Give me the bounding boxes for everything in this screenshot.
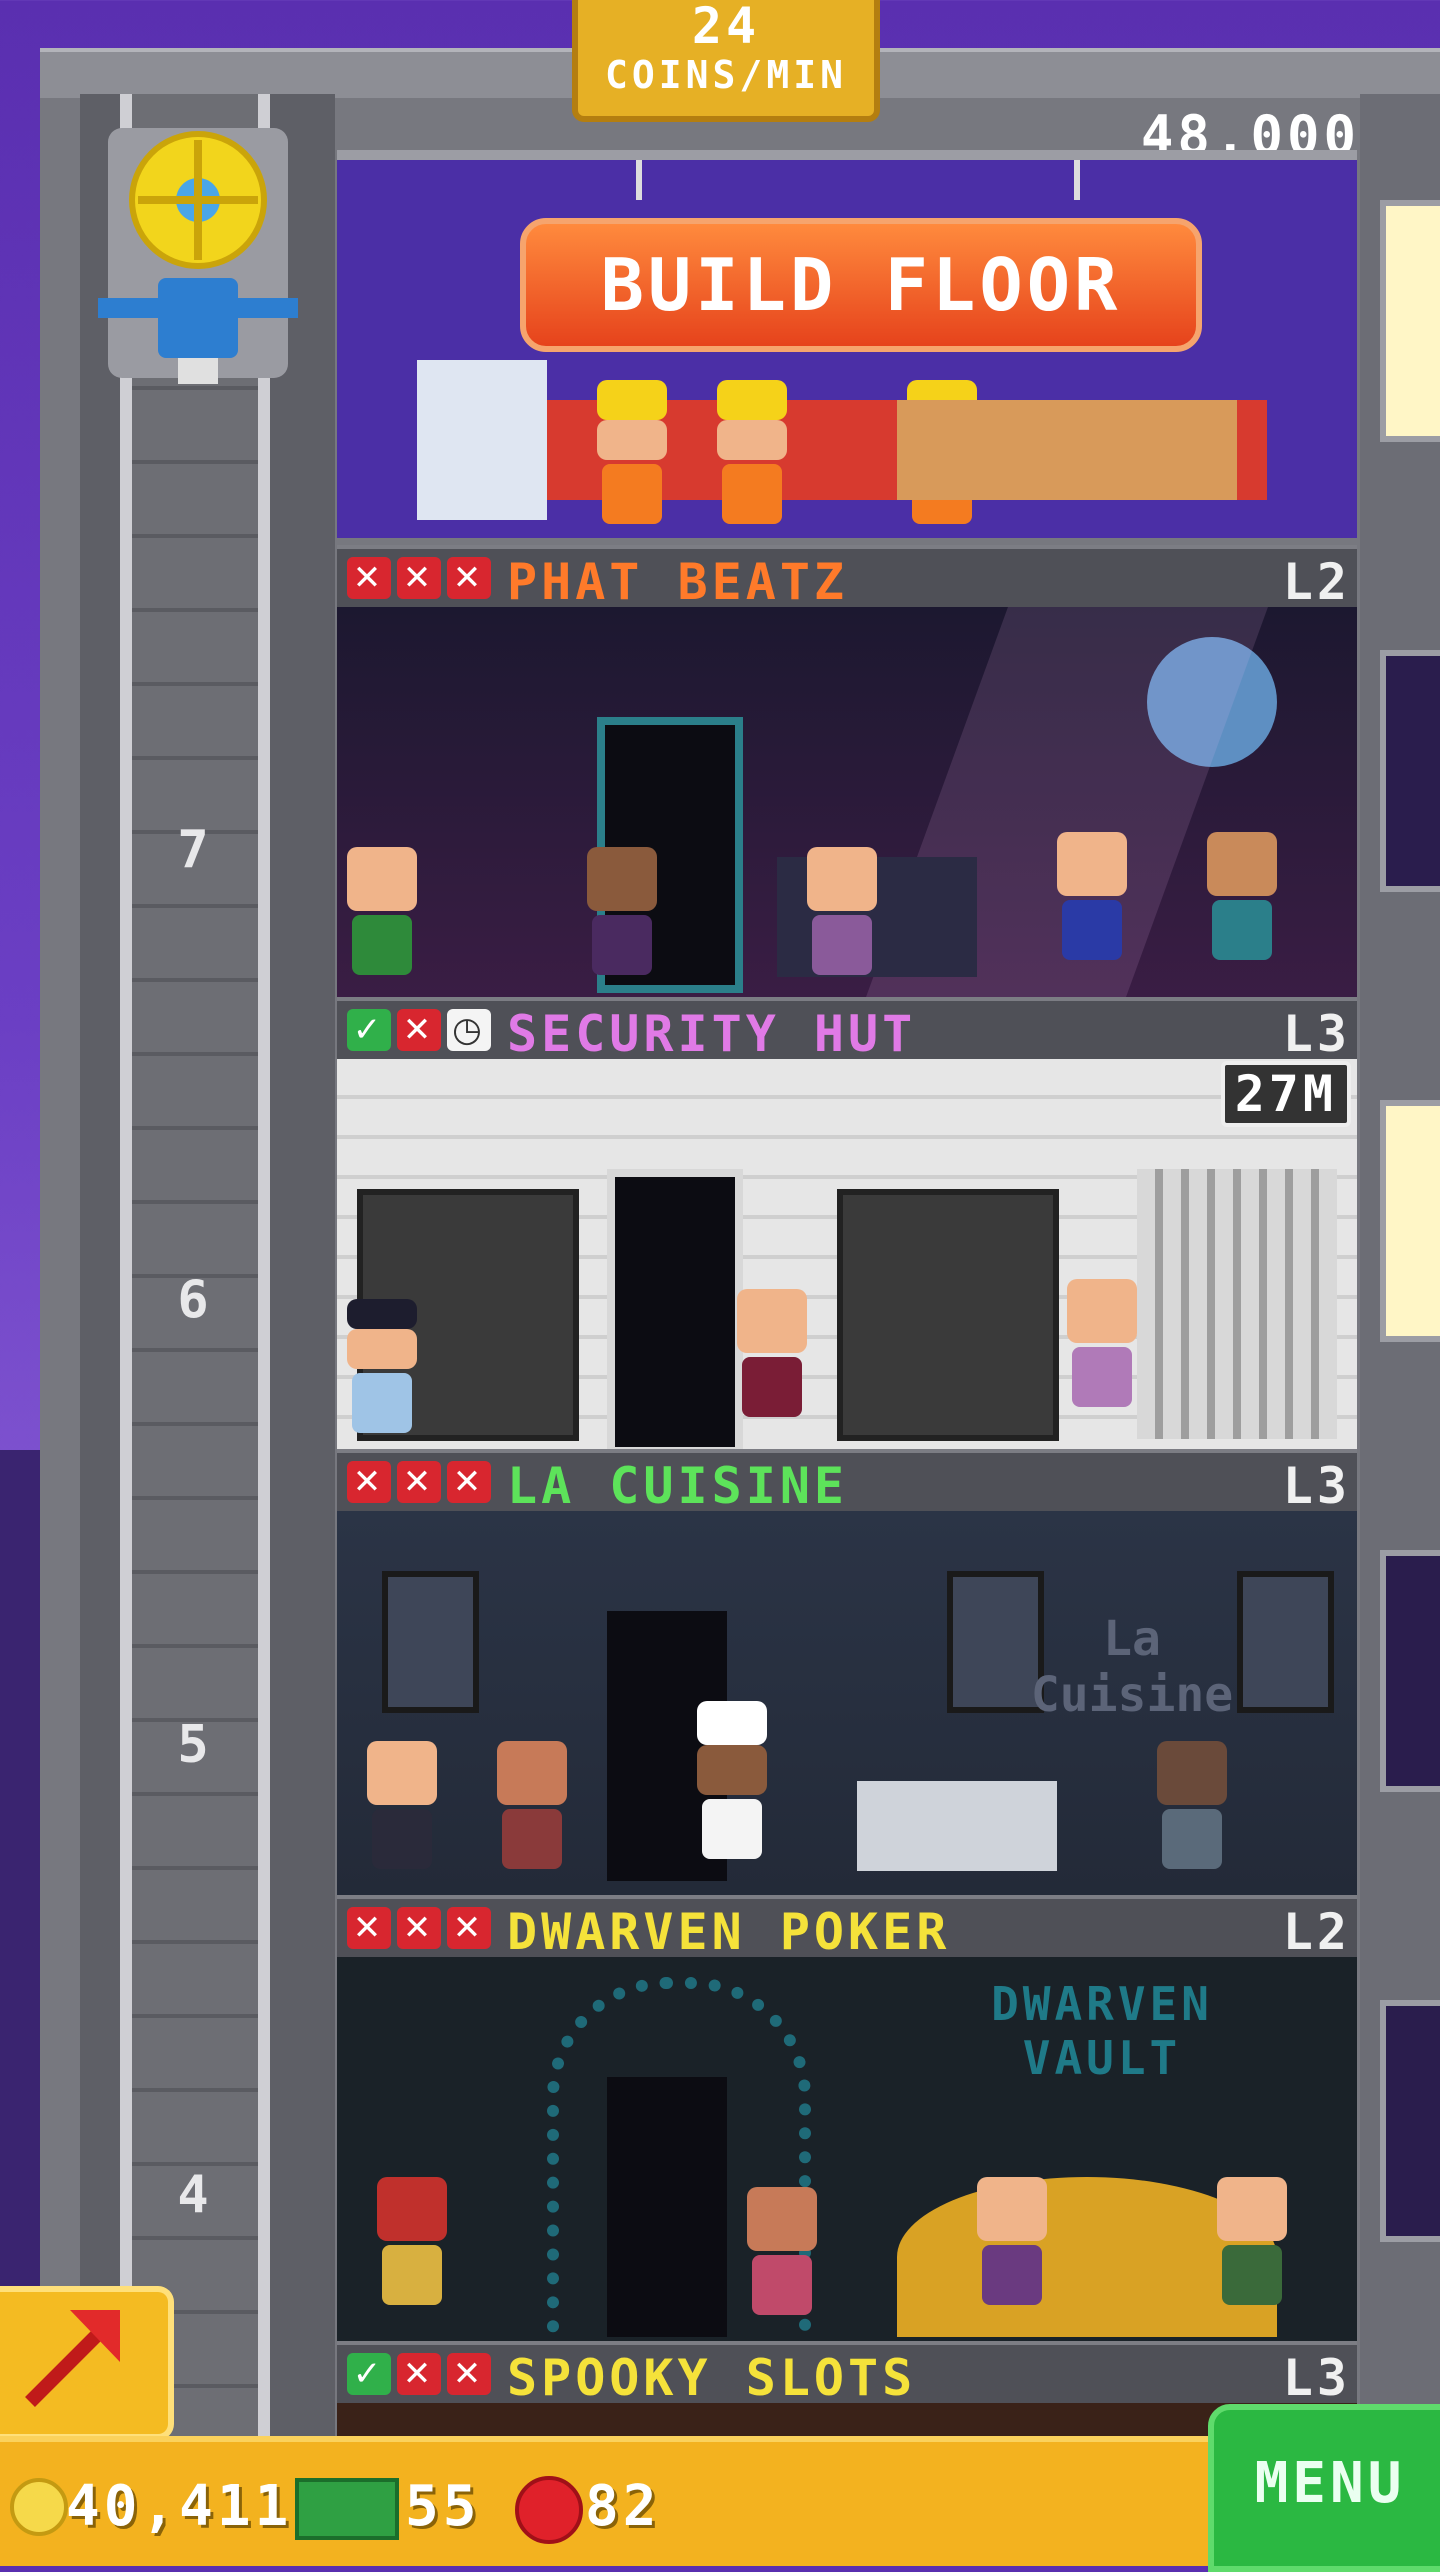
- floor-room-dwarven-poker[interactable]: DWARVEN VAULT: [337, 1957, 1357, 2341]
- crane-hook: [1074, 160, 1080, 200]
- x-mark-icon: ✕: [447, 2353, 491, 2395]
- room-door: [607, 2077, 727, 2337]
- floor-number: 5: [177, 1715, 213, 1775]
- citizen: [747, 2187, 817, 2317]
- dwarf: [377, 2177, 447, 2307]
- citizen: [977, 2177, 1047, 2307]
- citizen: [1067, 1279, 1137, 1409]
- bux-count: 55: [405, 2474, 481, 2539]
- worker: [717, 380, 787, 524]
- wood-crates: [897, 400, 1237, 500]
- check-mark-icon: ✓: [347, 1009, 391, 1051]
- floor-number: 4: [177, 2165, 213, 2225]
- floor-name: DWARVEN POKER: [507, 1903, 951, 1961]
- x-mark-icon: ✕: [447, 1907, 491, 1949]
- floor-number: 6: [177, 1270, 213, 1330]
- elevator-car[interactable]: [98, 128, 298, 388]
- cuisine-sign: La Cuisine: [1030, 1611, 1234, 1723]
- arrow-up-right-icon: [25, 2310, 120, 2407]
- citizen: [807, 847, 877, 977]
- citizen: [1207, 832, 1277, 962]
- floor-header[interactable]: ✓ ✕ ✕ SPOOKY SLOTS L3: [337, 2341, 1357, 2407]
- build-floor-frame: [337, 150, 1357, 160]
- window: [1380, 1550, 1440, 1792]
- floor-level: L3: [1282, 1005, 1351, 1063]
- room-door: [607, 1169, 743, 1449]
- worker: [597, 380, 667, 524]
- floor-room-la-cuisine[interactable]: La Cuisine: [337, 1511, 1357, 1895]
- window: [1380, 650, 1440, 892]
- citizen: [497, 1741, 567, 1871]
- window: [1380, 1100, 1440, 1342]
- x-mark-icon: ✕: [397, 1009, 441, 1051]
- floor-name: PHAT BEATZ: [507, 553, 849, 611]
- construction-block: [417, 360, 547, 520]
- citizen: [1217, 2177, 1287, 2307]
- citizen: [1057, 832, 1127, 962]
- floor-header[interactable]: ✕ ✕ ✕ LA CUISINE L3: [337, 1449, 1357, 1515]
- floor-stock-status: ✕ ✕ ✕: [347, 1461, 491, 1503]
- floor-name: SPOOKY SLOTS: [507, 2349, 917, 2407]
- window: [1380, 200, 1440, 442]
- x-mark-icon: ✕: [447, 1461, 491, 1503]
- wall-painting: [1237, 1571, 1334, 1713]
- elevator-icon: [98, 128, 298, 384]
- dining-table: [857, 1781, 1057, 1871]
- x-mark-icon: ✕: [397, 557, 441, 599]
- floor-header[interactable]: ✓ ✕ ◷ SECURITY HUT L3: [337, 997, 1357, 1063]
- build-floor-button[interactable]: BUILD FLOOR: [520, 218, 1202, 352]
- elevator-cable: [120, 94, 132, 2450]
- crane-hook: [636, 160, 642, 200]
- floor-name: LA CUISINE: [507, 1457, 849, 1515]
- floor-header[interactable]: ✕ ✕ ✕ DWARVEN POKER L2: [337, 1895, 1357, 1961]
- coins-count: 40,411: [66, 2474, 293, 2539]
- floor-level: L3: [1282, 2349, 1351, 2407]
- x-mark-icon: ✕: [347, 1461, 391, 1503]
- upgrade-button[interactable]: [0, 2286, 174, 2440]
- coins-per-min-value: 24: [691, 0, 761, 55]
- security-guard: [347, 1299, 417, 1433]
- floor-stock-status: ✓ ✕ ✕: [347, 2353, 491, 2395]
- chef: [697, 1701, 767, 1859]
- city-silhouette: [0, 1450, 40, 2350]
- gems-count: 82: [585, 2474, 661, 2539]
- check-mark-icon: ✓: [347, 2353, 391, 2395]
- citizen: [367, 1741, 437, 1871]
- coins-per-min-sign: 24 COINS/MIN: [572, 0, 880, 122]
- floor-income-badge: 27M: [1220, 1061, 1351, 1127]
- bux-icon: [295, 2478, 399, 2540]
- citizen: [587, 847, 657, 977]
- floor-number: 7: [177, 820, 213, 880]
- citizen: [1157, 1741, 1227, 1871]
- gem-icon: [515, 2476, 583, 2544]
- floor-header[interactable]: ✕ ✕ ✕ PHAT BEATZ L2: [337, 545, 1357, 611]
- coin-icon: [10, 2478, 68, 2536]
- floor-level: L3: [1282, 1457, 1351, 1515]
- x-mark-icon: ✕: [397, 1907, 441, 1949]
- floor-level: L2: [1282, 553, 1351, 611]
- x-mark-icon: ✕: [397, 1461, 441, 1503]
- elevator-cable: [258, 94, 270, 2450]
- jail-cell: [1137, 1169, 1337, 1439]
- menu-button[interactable]: MENU: [1208, 2404, 1440, 2572]
- clock-icon: ◷: [447, 1009, 491, 1051]
- floor-room-security-hut[interactable]: 27M: [337, 1059, 1357, 1449]
- citizen: [347, 847, 417, 977]
- floor-level: L2: [1282, 1903, 1351, 1961]
- floor-room-phat-beatz[interactable]: [337, 607, 1357, 997]
- x-mark-icon: ✕: [347, 557, 391, 599]
- wall-painting: [382, 1571, 479, 1713]
- floor-stock-status: ✓ ✕ ◷: [347, 1009, 491, 1051]
- coins-per-min-label: COINS/MIN: [605, 53, 847, 97]
- vault-sign: DWARVEN VAULT: [991, 1977, 1213, 2085]
- citizen: [737, 1289, 807, 1419]
- x-mark-icon: ✕: [447, 557, 491, 599]
- monitor-console: [837, 1189, 1059, 1441]
- floor-stock-status: ✕ ✕ ✕: [347, 557, 491, 599]
- floor-stock-status: ✕ ✕ ✕: [347, 1907, 491, 1949]
- floor-name: SECURITY HUT: [507, 1005, 917, 1063]
- x-mark-icon: ✕: [347, 1907, 391, 1949]
- x-mark-icon: ✕: [397, 2353, 441, 2395]
- window: [1380, 2000, 1440, 2242]
